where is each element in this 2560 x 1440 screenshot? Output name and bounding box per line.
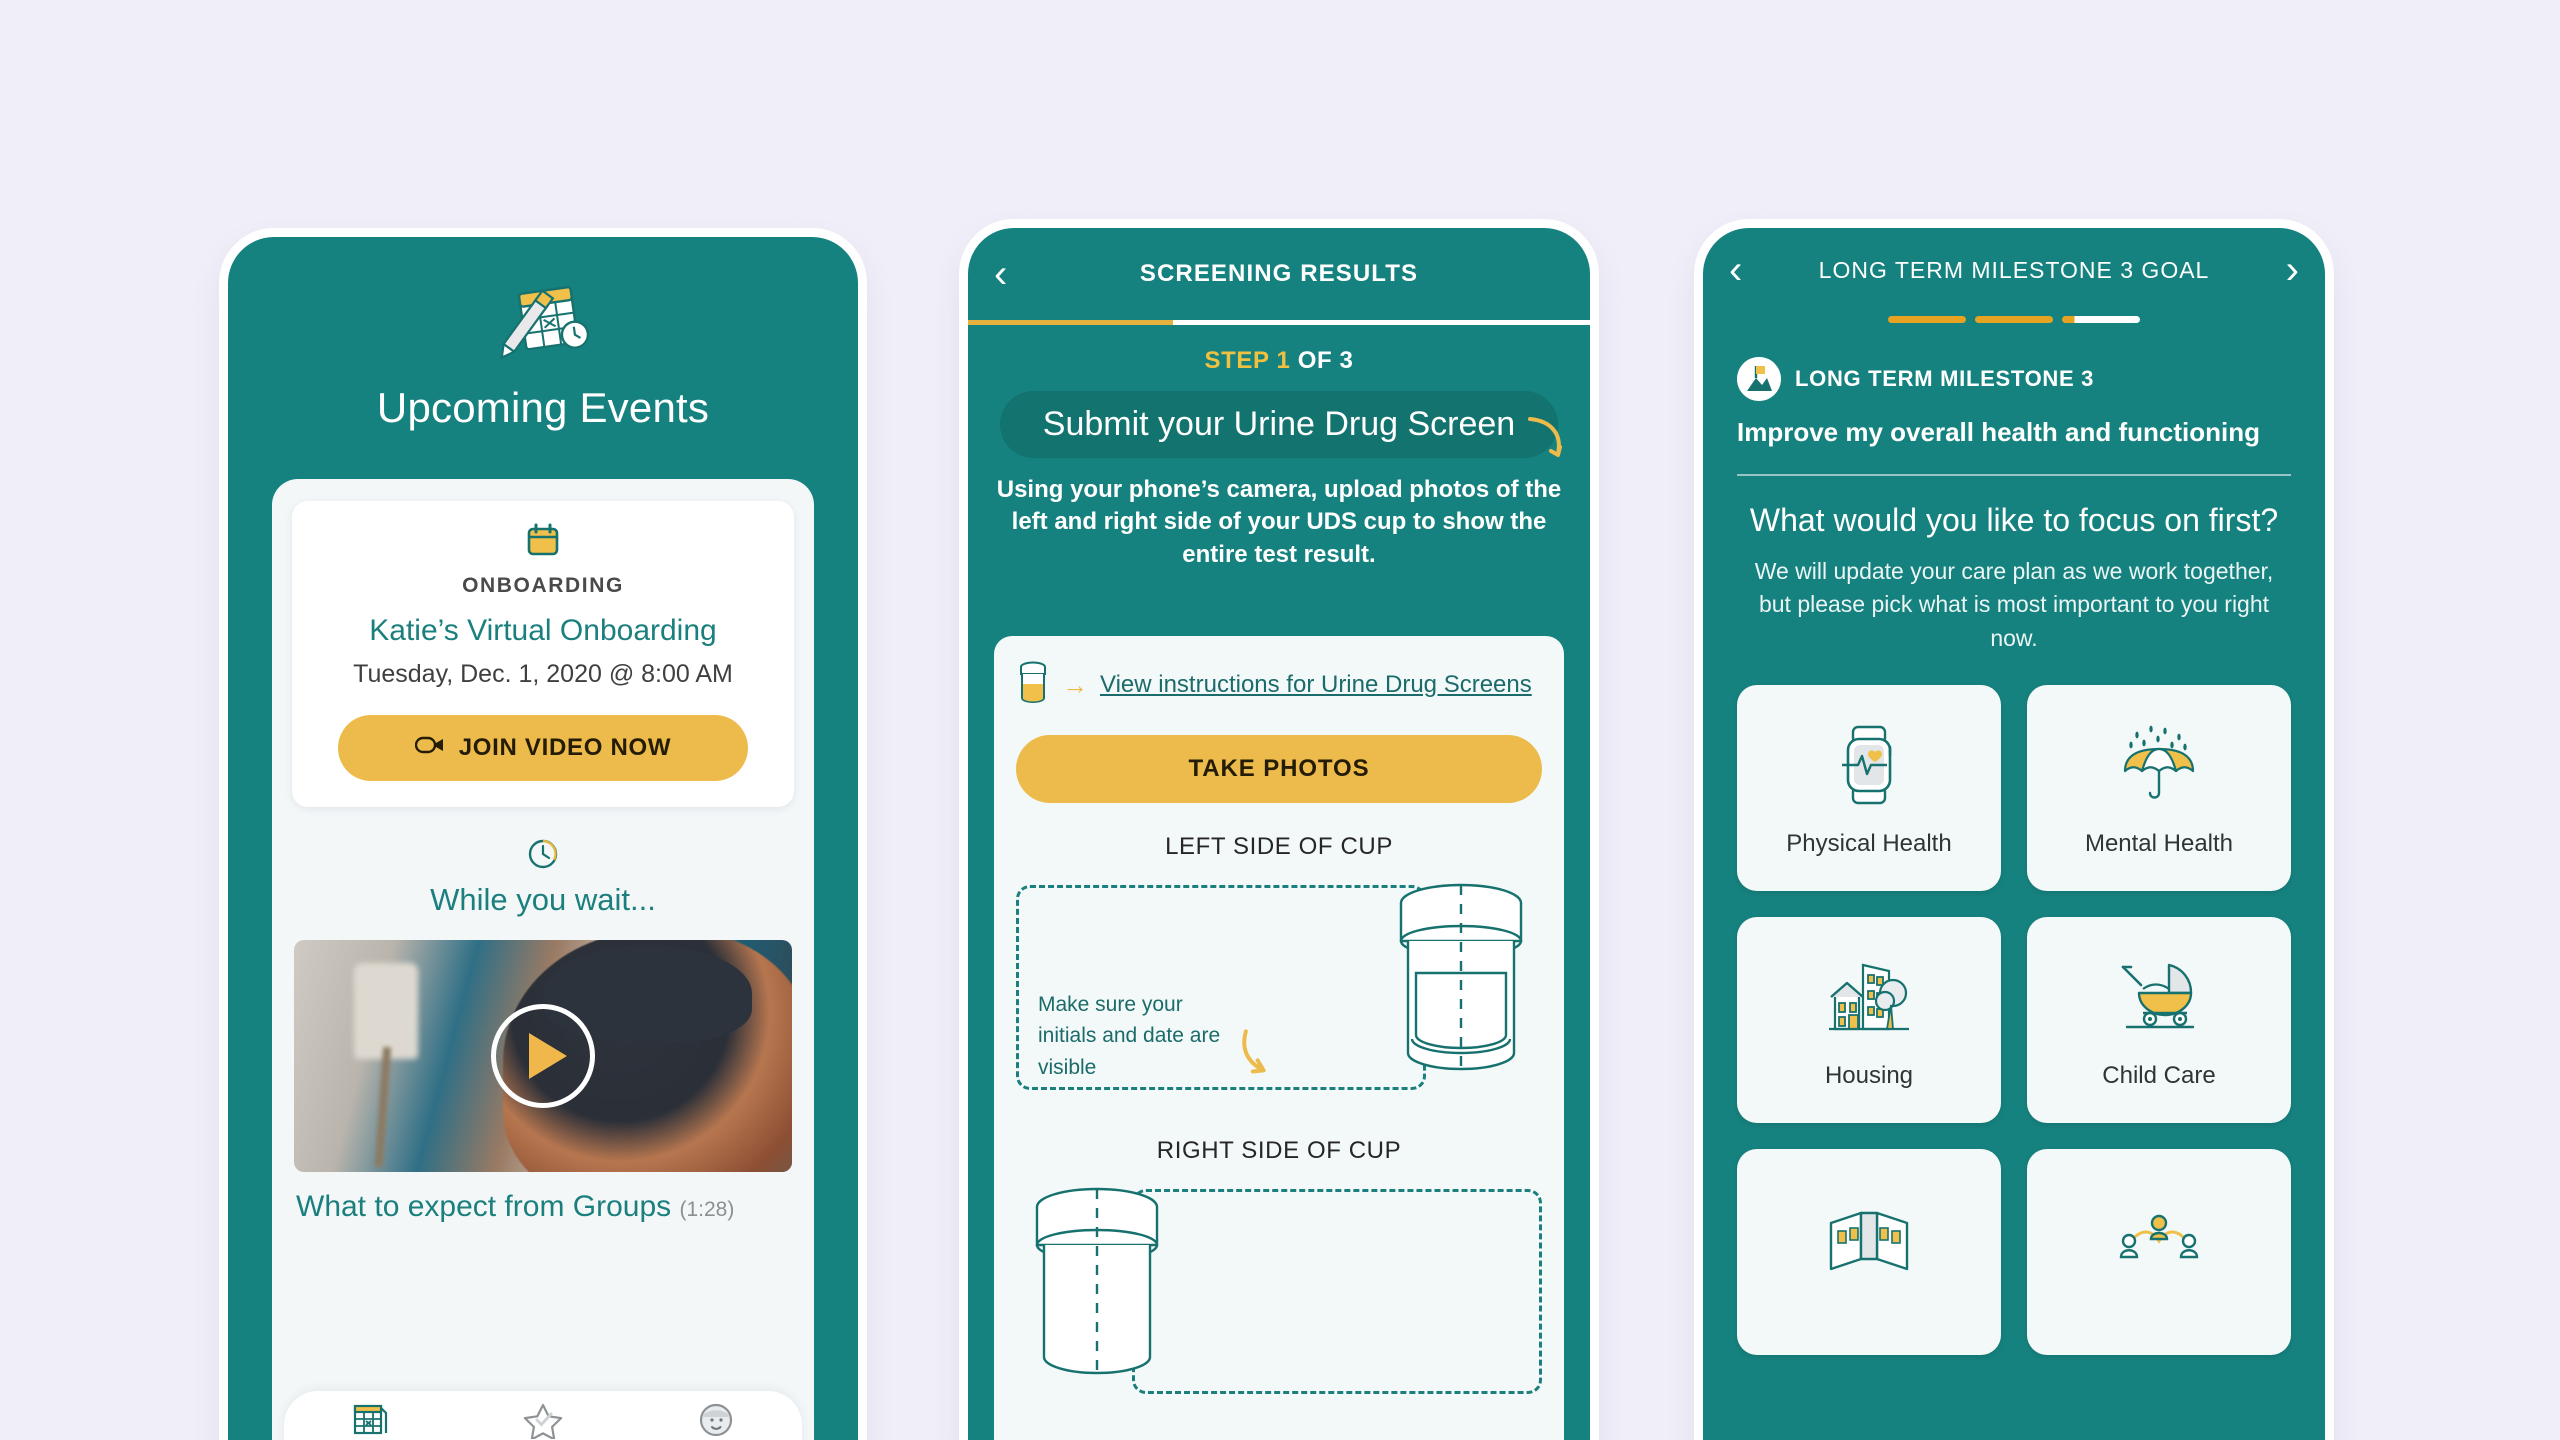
clock-icon bbox=[526, 839, 560, 875]
smartwatch-heart-icon bbox=[1823, 719, 1915, 816]
calendar-icon bbox=[526, 523, 560, 561]
tile-label: Child Care bbox=[2102, 1061, 2216, 1089]
bottom-tab-bar: HOME CARE PLAN bbox=[284, 1391, 802, 1440]
focus-tile-grid: Physical Health Mental Health Housing Ch… bbox=[1737, 685, 2291, 1356]
tile-label: Housing bbox=[1824, 1061, 1914, 1089]
person-icon bbox=[696, 1403, 736, 1440]
curved-arrow-icon bbox=[1524, 415, 1570, 474]
milestone-step-2 bbox=[1975, 316, 2053, 323]
milestone-row: LONG TERM MILESTONE 3 bbox=[1737, 357, 2291, 401]
stroller-icon bbox=[2113, 951, 2205, 1048]
tile-mental-health[interactable]: Mental Health bbox=[2027, 685, 2291, 892]
focus-question-sub: We will update your care plan as we work… bbox=[1754, 558, 2274, 651]
right-dashed-box[interactable] bbox=[1131, 1189, 1542, 1394]
milestone-goal-text: Improve my overall health and functionin… bbox=[1737, 417, 2260, 447]
milestone-step-1 bbox=[1888, 316, 1966, 323]
specimen-cup-illustration bbox=[1022, 1181, 1172, 1386]
mountain-flag-icon bbox=[1737, 357, 1781, 401]
submit-uds-pill: Submit your Urine Drug Screen bbox=[1000, 391, 1562, 458]
lamp-stand-shape bbox=[374, 1046, 391, 1167]
video-caption[interactable]: What to expect from Groups (1:28) bbox=[296, 1190, 790, 1224]
step-indicator: STEP 1 OF 3 bbox=[968, 347, 1590, 375]
milestone-kicker: LONG TERM MILESTONE 3 bbox=[1795, 366, 2095, 391]
milestone-page-title: LONG TERM MILESTONE 3 GOAL bbox=[1818, 256, 2210, 283]
phone-mockup-milestone-goal: ‹ LONG TERM MILESTONE 3 GOAL › LONG TERM… bbox=[1703, 228, 2325, 1440]
tab-care-plan[interactable]: CARE PLAN bbox=[458, 1401, 629, 1440]
calendar-icon bbox=[350, 1404, 390, 1440]
arrow-right-icon: → bbox=[1062, 669, 1088, 700]
join-video-button[interactable]: JOIN VIDEO NOW bbox=[337, 715, 749, 781]
phone-mockup-screening-results: ‹ SCREENING RESULTS STEP 1 OF 3 Submit y… bbox=[968, 228, 1590, 1440]
video-camera-icon bbox=[414, 734, 445, 762]
phone2-topbar: ‹ SCREENING RESULTS bbox=[968, 228, 1590, 320]
calendar-pencil-icon bbox=[493, 286, 593, 375]
lamp-shape bbox=[353, 963, 418, 1060]
left-cup-upload-zone[interactable]: Make sure your initials and date are vis… bbox=[1016, 877, 1542, 1107]
phone1-hero: Upcoming Events bbox=[228, 237, 858, 440]
milestone-step-3 bbox=[2062, 316, 2140, 323]
screening-card: → View instructions for Urine Drug Scree… bbox=[994, 636, 1564, 1440]
while-you-wait-text: While you wait... bbox=[430, 882, 656, 917]
step-total: OF 3 bbox=[1290, 347, 1354, 374]
step-current: STEP 1 bbox=[1204, 347, 1291, 374]
instructions-row[interactable]: → View instructions for Urine Drug Scree… bbox=[1016, 660, 1542, 709]
video-title: What to expect from Groups bbox=[296, 1190, 672, 1223]
open-book-icon bbox=[1823, 1197, 1915, 1294]
screening-results-title: SCREENING RESULTS bbox=[1139, 260, 1419, 287]
chevron-right-icon[interactable]: › bbox=[2286, 250, 2299, 290]
divider bbox=[1737, 474, 2291, 476]
milestone-step-dots bbox=[1703, 316, 2325, 323]
tile-housing[interactable]: Housing bbox=[1737, 917, 2001, 1124]
tab-home[interactable]: HOME bbox=[285, 1401, 456, 1440]
specimen-cup-icon bbox=[1016, 660, 1050, 709]
left-cup-hint: Make sure your initials and date are vis… bbox=[1038, 992, 1221, 1079]
step-progress-fill bbox=[968, 320, 1174, 325]
video-duration: (1:28) bbox=[679, 1198, 735, 1221]
umbrella-rain-icon bbox=[2113, 719, 2205, 816]
view-instructions-link[interactable]: View instructions for Urine Drug Screens bbox=[1100, 671, 1532, 699]
tile-label: Mental Health bbox=[2084, 829, 2234, 857]
people-network-icon bbox=[2113, 1197, 2205, 1294]
tile-physical-health[interactable]: Physical Health bbox=[1737, 685, 2001, 892]
focus-question: What would you like to focus on first? bbox=[1749, 502, 2279, 538]
screening-subtitle: Using your phone’s camera, upload photos… bbox=[996, 476, 1562, 568]
event-card[interactable]: ONBOARDING Katie’s Virtual Onboarding Tu… bbox=[292, 501, 794, 807]
take-photos-button[interactable]: TAKE PHOTOS bbox=[1016, 735, 1542, 803]
event-datetime: Tuesday, Dec. 1, 2020 @ 8:00 AM bbox=[353, 660, 733, 688]
submit-uds-title: Submit your Urine Drug Screen bbox=[1042, 405, 1516, 443]
tile-child-care[interactable]: Child Care bbox=[2027, 917, 2291, 1124]
tile-education[interactable] bbox=[1737, 1149, 2001, 1356]
page-title: Upcoming Events bbox=[376, 384, 710, 431]
chevron-left-icon[interactable]: ‹ bbox=[1729, 250, 1742, 290]
tab-profile[interactable]: PROFILE bbox=[630, 1401, 801, 1440]
step-progress-bar bbox=[968, 320, 1590, 325]
while-you-wait-block: While you wait... bbox=[272, 837, 814, 918]
play-icon[interactable] bbox=[491, 1004, 595, 1108]
left-side-label: LEFT SIDE OF CUP bbox=[1165, 833, 1393, 860]
chevron-left-icon[interactable]: ‹ bbox=[994, 254, 1007, 294]
tile-label: Physical Health bbox=[1786, 829, 1952, 857]
tile-community[interactable] bbox=[2027, 1149, 2291, 1356]
house-tree-icon bbox=[1823, 951, 1915, 1048]
right-side-label: RIGHT SIDE OF CUP bbox=[1156, 1137, 1402, 1164]
join-video-label: JOIN VIDEO NOW bbox=[458, 734, 672, 761]
screenshot-stage: Upcoming Events ONBOARDING Katie’s Virtu… bbox=[0, 0, 2560, 1440]
right-cup-upload-zone[interactable] bbox=[1016, 1181, 1542, 1411]
star-check-icon bbox=[523, 1403, 563, 1440]
event-title: Katie’s Virtual Onboarding bbox=[369, 614, 717, 647]
video-thumbnail[interactable] bbox=[294, 940, 792, 1172]
event-kicker: ONBOARDING bbox=[462, 574, 624, 597]
phone-mockup-upcoming-events: Upcoming Events ONBOARDING Katie’s Virtu… bbox=[228, 237, 858, 1440]
phone1-scroll-body: ONBOARDING Katie’s Virtual Onboarding Tu… bbox=[272, 479, 814, 1440]
phone3-topbar: ‹ LONG TERM MILESTONE 3 GOAL › bbox=[1703, 228, 2325, 312]
specimen-cup-illustration bbox=[1386, 877, 1536, 1082]
